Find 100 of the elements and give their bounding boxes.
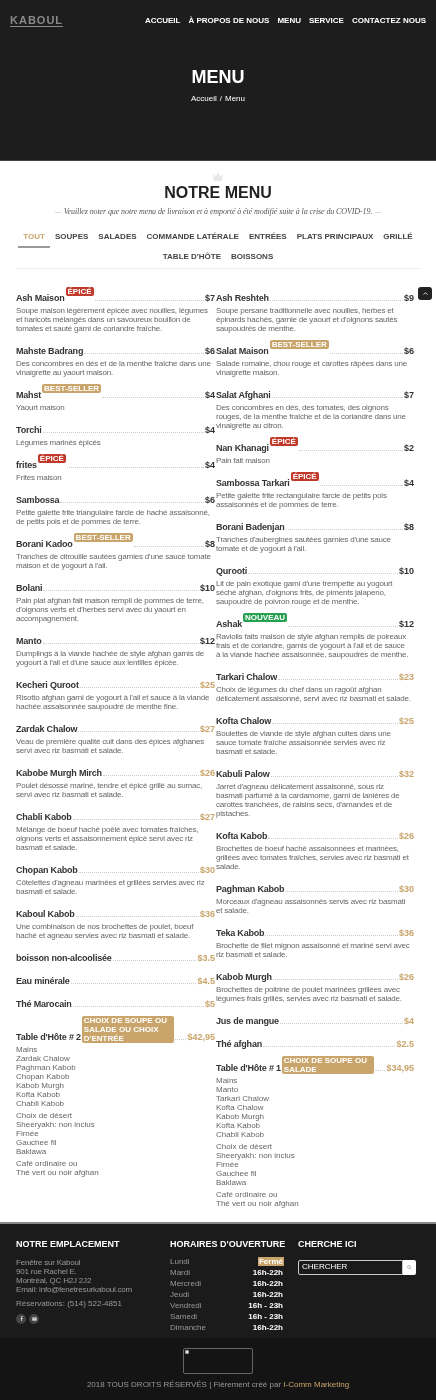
dish-description: Lit de pain exotique garni d'une trempette au yogourt séché afghan, d'oignons frits, de piments jalapeno, saupoudré de poivron rouge et de menthe. — [216, 579, 394, 606]
dish-description: Tranches d'aubergines sautées garnies d'une sauce tomate et de yogourt à l'ail. — [216, 535, 392, 553]
dish-description: Soupe maison légèrement épicée avec nouilles, légumes et haricots mélangés dans un savoureux bouillon de tomates et sauté garni de coriandre fraîche. — [16, 306, 209, 333]
category-tab[interactable]: GRILLÉ — [378, 228, 418, 248]
dish-badge: NOUVEAU — [243, 613, 288, 622]
course-line: Choix de désert — [16, 1111, 73, 1120]
dish-name: Borani Kadoo — [16, 539, 73, 550]
phone-text: Réservations: (514) 522-4851 — [16, 1298, 123, 1308]
dish-name: Jus de mangue — [216, 1016, 279, 1027]
dish-price: $4.5 — [197, 976, 215, 987]
hours-text: Fermé — [258, 1257, 284, 1266]
category-tab[interactable]: ENTRÉES — [243, 228, 292, 248]
dish-description: Poulet désossé mariné, tendre et épicé grillé au sumac, servi avec riz basmati et salade. — [16, 781, 203, 799]
category-tab[interactable]: SALADES — [93, 228, 142, 248]
dish-price: $26 — [199, 768, 215, 779]
course-line: Café ordinaire ou — [16, 1159, 78, 1168]
dish-price: $6 — [404, 346, 414, 357]
dish-name: Eau minérale — [16, 976, 70, 987]
day-label: Lundi — [170, 1255, 190, 1268]
credit-link[interactable]: I-Comm Marketing — [283, 1380, 350, 1389]
dish-name: Kaboul Kabob — [16, 909, 75, 920]
dish-description: Des concombres en dés et de la menthe fraîche dans une vinaigrette au yaourt maison. — [16, 359, 212, 377]
search-button[interactable] — [403, 1259, 416, 1275]
dish-description: Brochettes de boeuf haché assaisonnées et marinées, grillées avec tomates fraîches, servies avec riz basmati et salade. — [216, 844, 410, 871]
nav-link[interactable]: À PROPOS DE NOUS — [188, 15, 270, 27]
dish-description: Dumplings à la viande hachée de style afghan garnis de yogourt à l'ail et d'une sauce aux lentilles épicée. — [16, 649, 205, 667]
footer-heading: HORAIRES D'OUVERTURE — [170, 1238, 284, 1251]
dish-name: Kabuli Palow — [216, 769, 270, 780]
logo[interactable]: KABOUL — [10, 15, 64, 27]
course-line: Paghman Kabob — [16, 1063, 76, 1072]
day-label: Dimanche — [170, 1321, 206, 1334]
dish-badge: CHOIX DE SOUPE OU SALADE — [281, 1056, 374, 1074]
dish-name: Sambossa — [16, 495, 60, 506]
nav-link[interactable]: ACCUEIL — [144, 15, 181, 27]
course-line: Firnée — [216, 1160, 239, 1169]
course-line: Baklawa — [216, 1178, 247, 1187]
footer-heading: NOTRE EMPLACEMENT — [16, 1238, 121, 1251]
search-field[interactable]: CHERCHER — [298, 1259, 403, 1275]
broken-image-icon — [185, 1350, 189, 1354]
dish-name: Kofta Chalow — [216, 716, 272, 727]
nav-link[interactable]: CONTACTEZ NOUS — [351, 15, 426, 27]
dish-price: $7 — [404, 390, 414, 401]
dish-name: Torchi — [16, 425, 42, 436]
dish-price: $4 — [404, 478, 414, 489]
dish-price: $4 — [205, 460, 215, 471]
dish-description: Tranches de citrouille sautées garnies d'une sauce tomate maison et de yogourt à l'ail. — [16, 552, 212, 570]
course-line: Zardak Chalow — [16, 1054, 70, 1063]
dish-description: Raviolis faits maison de style afghan remplis de poireaux frais et de coriandre, garnis de yogourt à l'ail et de sauce à la viande hachée assaisonnée, saupoudrés de menthe. — [216, 632, 410, 659]
address-line: Fenêtre sur Kaboul — [16, 1257, 82, 1267]
dish-price: $9 — [404, 293, 414, 304]
facebook-icon[interactable] — [16, 1313, 26, 1324]
dish-description: Frites maison — [16, 473, 63, 482]
dish-name: Ash Reshteh — [216, 293, 269, 304]
dish-price: $4 — [205, 390, 215, 401]
scroll-top-button[interactable] — [418, 287, 432, 300]
course-line: Café ordinaire ou — [216, 1190, 278, 1199]
dish-description: Mélange de boeuf haché poêlé avec tomates fraîches, oignons verts et assaisonnement épicé servi avec riz basmati et salade. — [16, 825, 200, 852]
dish-name: Kecheri Quroot — [16, 680, 79, 691]
dish-description: Une combinaison de nos brochettes de poulet, boeuf haché et agneau servies avec riz basmati et salade. — [16, 922, 195, 940]
course-line: Mains — [16, 1045, 38, 1054]
dish-price: $4 — [205, 425, 215, 436]
dish-price: $10 — [398, 566, 414, 577]
dish-name: Teka Kabob — [216, 928, 265, 939]
category-tab[interactable]: COMMANDE LATÉRALE — [141, 228, 244, 248]
breadcrumb-separator: / — [219, 93, 222, 105]
course-line: Kofta Chalow — [216, 1103, 264, 1112]
category-tab[interactable]: BOISSONS — [226, 248, 279, 268]
hours-text: 16h-22h — [251, 1279, 284, 1288]
breadcrumb-link[interactable]: Accueil — [190, 93, 217, 105]
day-label: Vendredi — [170, 1299, 202, 1312]
dish-price: $26 — [398, 972, 414, 983]
dish-price: $36 — [398, 928, 414, 939]
nav-link[interactable]: MENU — [277, 15, 301, 27]
dish-price: $34,95 — [386, 1063, 414, 1074]
category-tab[interactable]: PLATS PRINCIPAUX — [291, 228, 379, 248]
email-icon[interactable] — [29, 1313, 39, 1324]
dish-price: $5 — [205, 999, 215, 1010]
course-line: Firnée — [16, 1129, 39, 1138]
course-line: Baklawa — [16, 1147, 47, 1156]
nav-link[interactable]: SERVICE — [308, 15, 344, 27]
course-line: Sheeryakh: non inclus — [216, 1151, 295, 1160]
course-line: Kabob Murgh — [16, 1081, 65, 1090]
breadcrumb-link[interactable]: Menu — [225, 93, 245, 105]
dish-name: Mahste Badrang — [16, 346, 84, 357]
day-label: Mercredi — [170, 1277, 202, 1290]
category-tab[interactable]: SOUPES — [50, 228, 94, 248]
dish-description: Boulettes de viande de style afghan cuites dans une sauce tomate fraîche assaisonnée servies avec riz basmati et salade. — [216, 729, 392, 756]
address-line: 901 rue Rachel E. — [16, 1266, 78, 1276]
dish-name: boisson non-alcoolisée — [16, 953, 112, 964]
hours-text: 16h - 23h — [247, 1301, 284, 1310]
dish-badge: BEST-SELLER — [73, 533, 133, 542]
course-line: Tarkari Chalow — [216, 1094, 269, 1103]
course-line: Manto — [216, 1085, 239, 1094]
hours-text: 16h-22h — [251, 1290, 284, 1299]
category-tab[interactable]: TABLE D'HÔTE — [157, 248, 226, 268]
dish-name: Table d'Hôte # 2 — [16, 1032, 81, 1043]
course-line: Chopan Kabob — [16, 1072, 70, 1081]
dish-description: Brochette de filet mignon assaisonné et mariné servi avec riz basmati et salade. — [216, 941, 411, 959]
address-line: Email: info@fenetresurkaboul.com — [16, 1284, 133, 1294]
dish-name: Salat Afghani — [216, 390, 271, 401]
